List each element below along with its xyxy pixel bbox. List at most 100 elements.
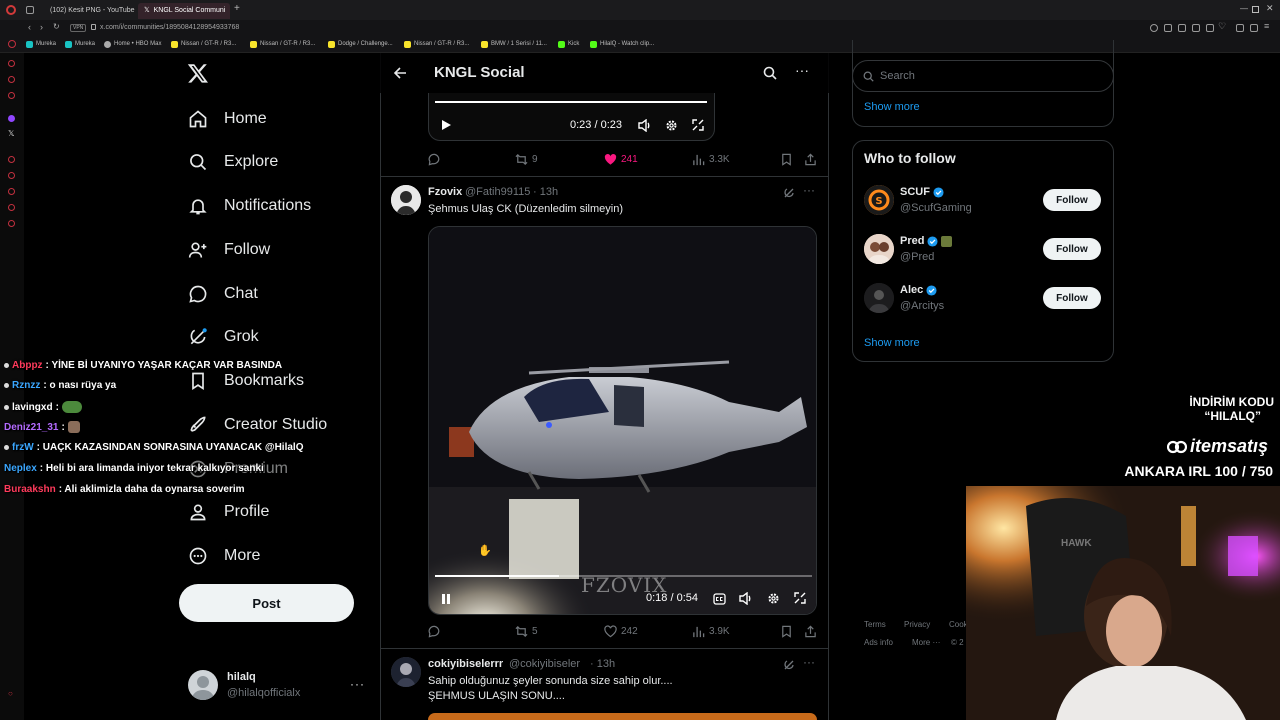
- sidebar-app-icon[interactable]: [8, 188, 15, 195]
- bookmark-item[interactable]: Mureka: [65, 39, 95, 49]
- extension-icon[interactable]: [1178, 24, 1186, 32]
- nav-chat[interactable]: Chat: [188, 279, 258, 309]
- browser-tab-youtube[interactable]: (102) Kesit PNG - YouTube: [40, 3, 135, 19]
- browser-tab-x[interactable]: 𝕏 KNGL Social Communi: [138, 3, 230, 19]
- url-field[interactable]: x.com/i/communities/1895084128954933768: [100, 22, 430, 34]
- sidebar-app-icon[interactable]: [8, 172, 15, 179]
- wallet-icon[interactable]: [1250, 24, 1258, 32]
- share-icon[interactable]: [804, 625, 817, 638]
- sidebar-app-icon[interactable]: [8, 156, 15, 163]
- bookmark-item[interactable]: Nissan / GT-R / R3...: [404, 39, 469, 49]
- follow-button[interactable]: Follow: [1043, 238, 1101, 260]
- avatar[interactable]: [391, 657, 421, 687]
- nav-grok[interactable]: Grok: [188, 322, 259, 352]
- avatar[interactable]: [391, 185, 421, 215]
- x-logo[interactable]: [187, 62, 209, 84]
- tweet-author-name[interactable]: cokiyibiselerrr: [428, 658, 503, 670]
- nav-home[interactable]: Home: [188, 104, 267, 134]
- bookmark-item[interactable]: HilalQ - Watch clip...: [590, 39, 654, 49]
- tweet-timestamp[interactable]: · 13h: [590, 658, 615, 670]
- account-more-icon[interactable]: ···: [350, 677, 365, 691]
- follow-suggestion-name[interactable]: SCUF: [900, 186, 944, 198]
- bookmark-icon[interactable]: [780, 625, 793, 638]
- follow-suggestion-name[interactable]: Pred: [900, 235, 953, 247]
- fullscreen-icon[interactable]: [692, 119, 704, 131]
- grok-explain-icon[interactable]: [783, 187, 795, 199]
- header-more-icon[interactable]: ···: [795, 62, 809, 78]
- footer-more-link[interactable]: More ···: [912, 638, 940, 647]
- forward-nav-icon[interactable]: ›: [40, 22, 43, 32]
- sidebar-app-icon[interactable]: [8, 76, 15, 83]
- back-arrow-icon[interactable]: [393, 66, 407, 80]
- close-window-icon[interactable]: ✕: [1266, 3, 1274, 14]
- settings-icon[interactable]: [767, 592, 780, 605]
- tweet-author-handle[interactable]: @Fatih99115: [465, 186, 530, 198]
- bookmark-item[interactable]: Mureka: [26, 39, 56, 49]
- captions-icon[interactable]: [713, 593, 726, 605]
- nav-explore[interactable]: Explore: [188, 147, 278, 177]
- footer-ads-link[interactable]: Ads info: [864, 638, 893, 647]
- repost-button[interactable]: 5: [515, 625, 538, 638]
- reply-button[interactable]: [428, 625, 445, 638]
- minimize-icon[interactable]: —: [1240, 4, 1248, 13]
- sidebar-app-icon[interactable]: [8, 220, 15, 227]
- share-icon[interactable]: [804, 153, 817, 166]
- reload-icon[interactable]: ↻: [53, 22, 60, 31]
- search-input[interactable]: Search: [852, 60, 1114, 92]
- back-nav-icon[interactable]: ‹: [28, 22, 31, 32]
- nav-follow[interactable]: Follow: [188, 235, 270, 265]
- play-icon[interactable]: [440, 119, 452, 131]
- follow-button[interactable]: Follow: [1043, 287, 1101, 309]
- apps-icon[interactable]: [8, 40, 16, 48]
- repost-button[interactable]: 9: [515, 153, 538, 166]
- fullscreen-icon[interactable]: [794, 592, 806, 604]
- tweet-more-icon[interactable]: ···: [803, 183, 815, 197]
- media-preview[interactable]: [428, 713, 817, 720]
- follow-suggestion-name[interactable]: Alec: [900, 284, 937, 296]
- reply-button[interactable]: [428, 153, 445, 166]
- pin-icon[interactable]: [1164, 24, 1172, 32]
- volume-icon[interactable]: [739, 592, 753, 605]
- views-button[interactable]: 3.3K: [692, 153, 730, 166]
- avatar[interactable]: S: [864, 185, 894, 215]
- nav-creator-studio[interactable]: Creator Studio: [188, 410, 327, 440]
- nav-profile[interactable]: Profile: [188, 497, 269, 527]
- grok-explain-icon[interactable]: [783, 659, 795, 671]
- vpn-badge[interactable]: VPN: [70, 24, 87, 32]
- avatar[interactable]: [864, 283, 894, 313]
- settings-icon[interactable]: [665, 119, 678, 132]
- sidebar-app-icon[interactable]: [8, 60, 15, 67]
- tweet-more-icon[interactable]: ···: [803, 655, 815, 669]
- workspaces-icon[interactable]: [26, 6, 34, 14]
- tweet-author-handle[interactable]: @cokiyibiseler: [509, 658, 580, 670]
- bookmark-item[interactable]: BMW / 1 Serisi / 11...: [481, 39, 547, 49]
- bookmark-item[interactable]: Home • HBO Max: [104, 39, 161, 49]
- post-button[interactable]: Post: [179, 584, 354, 622]
- download-icon[interactable]: [1236, 24, 1244, 32]
- nav-notifications[interactable]: Notifications: [188, 191, 311, 221]
- browser-settings-icon[interactable]: ≡: [1264, 21, 1269, 31]
- tweet-timestamp[interactable]: · 13h: [533, 186, 558, 198]
- follow-button[interactable]: Follow: [1043, 189, 1101, 211]
- screenshot-icon[interactable]: [1206, 24, 1214, 32]
- bookmark-item[interactable]: Dodge / Challenge...: [328, 39, 393, 49]
- views-button[interactable]: 3.9K: [692, 625, 730, 638]
- footer-privacy-link[interactable]: Privacy: [904, 620, 930, 629]
- bookmark-item[interactable]: Kick: [558, 39, 579, 49]
- nav-more[interactable]: More: [188, 541, 260, 571]
- trends-show-more-link[interactable]: Show more: [864, 101, 920, 113]
- sidebar-more-icon[interactable]: ○: [8, 689, 13, 698]
- avatar[interactable]: [864, 234, 894, 264]
- maximize-icon[interactable]: [1252, 6, 1259, 13]
- like-button[interactable]: 242: [604, 625, 638, 638]
- zoom-icon[interactable]: [1150, 24, 1158, 32]
- new-tab-icon[interactable]: +: [234, 3, 240, 14]
- bookmark-item[interactable]: Nissan / GT-R / R3...: [171, 39, 236, 49]
- browser-menu-icon[interactable]: [6, 5, 16, 15]
- bookmark-icon[interactable]: [780, 153, 793, 166]
- twitch-icon[interactable]: [8, 115, 15, 122]
- like-button[interactable]: 241: [604, 153, 638, 166]
- bookmark-item[interactable]: Nissan / GT-R / R3...: [250, 39, 315, 49]
- shield-icon[interactable]: [1192, 24, 1200, 32]
- video-player[interactable]: 0:23 / 0:23: [428, 93, 715, 141]
